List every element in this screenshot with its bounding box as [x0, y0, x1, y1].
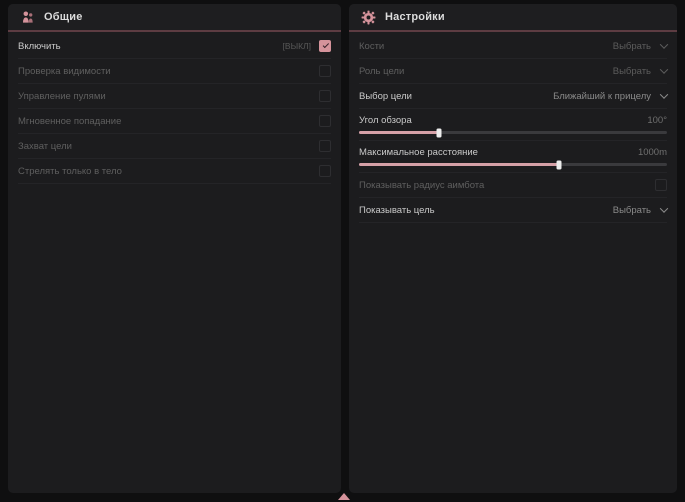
settings-row-3: Угол обзора 100° [359, 111, 667, 141]
general-row-0: Включить [ВЫКЛ] [18, 34, 331, 59]
keybind-label: [ВЫКЛ] [283, 41, 311, 51]
slider-thumb[interactable] [437, 128, 442, 137]
settings-dropdown-2[interactable]: Ближайший к прицелу [553, 91, 667, 102]
dropdown-value: Выбрать [613, 205, 651, 216]
general-row-4-line: Захват цели [18, 134, 331, 158]
checkbox[interactable] [319, 65, 331, 77]
general-panel-title: Общие [44, 11, 83, 23]
settings-panel-header: Настройки [349, 4, 677, 32]
chevron-down-icon [660, 90, 668, 98]
settings-panel-title: Настройки [385, 11, 445, 23]
general-row-label: Управление пулями [18, 91, 106, 102]
slider-fill [359, 163, 559, 166]
general-row-control [319, 140, 331, 152]
dropdown-value: Ближайший к прицелу [553, 91, 651, 102]
settings-row-control: Выбрать [613, 41, 667, 52]
general-panel: Общие Включить [ВЫКЛ] Проверка видимости Уп… [8, 4, 341, 493]
settings-dropdown-6[interactable]: Выбрать [613, 205, 667, 216]
gear-icon [361, 10, 376, 25]
settings-row-control: 1000m [638, 147, 667, 158]
chevron-down-icon [660, 40, 668, 48]
general-row-control [319, 90, 331, 102]
settings-row-4: Максимальное расстояние 1000m [359, 143, 667, 173]
settings-row-6: Показывать цель Выбрать [359, 198, 667, 223]
general-row-control [319, 165, 331, 177]
settings-row-label: Показывать радиус аимбота [359, 180, 484, 191]
checkbox[interactable] [319, 140, 331, 152]
general-row-control: [ВЫКЛ] [283, 40, 331, 52]
slider-thumb[interactable] [557, 160, 562, 169]
general-row-2: Управление пулями [18, 84, 331, 109]
settings-slider-3[interactable] [359, 131, 667, 134]
general-row-label: Включить [18, 41, 61, 52]
settings-row-0: Кости Выбрать [359, 34, 667, 59]
chevron-down-icon [660, 65, 668, 73]
check-icon [322, 42, 328, 48]
settings-row-1: Роль цели Выбрать [359, 59, 667, 84]
dropdown-value: Выбрать [613, 66, 651, 77]
chevron-down-icon [660, 204, 668, 212]
slider-value: 100° [647, 115, 667, 126]
settings-row-control: 100° [647, 115, 667, 126]
general-row-control [319, 115, 331, 127]
general-row-control [319, 65, 331, 77]
dropdown-value: Выбрать [613, 41, 651, 52]
settings-row-label: Показывать цель [359, 205, 435, 216]
settings-dropdown-1[interactable]: Выбрать [613, 66, 667, 77]
settings-row-5: Показывать радиус аимбота [359, 173, 667, 198]
settings-rows: Кости Выбрать Роль цели Выбрать Выбор цели Бл… [349, 32, 677, 223]
general-row-label: Проверка видимости [18, 66, 111, 77]
general-row-0-line: Включить [ВЫКЛ] [18, 34, 331, 58]
settings-row-label: Угол обзора [359, 115, 412, 126]
settings-row-control: Выбрать [613, 66, 667, 77]
settings-row-label: Выбор цели [359, 91, 412, 102]
general-row-4: Захват цели [18, 134, 331, 159]
slider-fill [359, 131, 439, 134]
general-row-label: Мгновенное попадание [18, 116, 121, 127]
settings-row-2-line: Выбор цели Ближайший к прицелу [359, 84, 667, 108]
settings-panel: Настройки Кости Выбрать Роль цели Выбрать Вы… [349, 4, 677, 493]
general-row-1: Проверка видимости [18, 59, 331, 84]
checkbox[interactable] [655, 179, 667, 191]
settings-row-0-line: Кости Выбрать [359, 34, 667, 58]
general-row-3: Мгновенное попадание [18, 109, 331, 134]
settings-row-control [655, 179, 667, 191]
general-row-3-line: Мгновенное попадание [18, 109, 331, 133]
checkbox[interactable] [319, 115, 331, 127]
general-rows: Включить [ВЫКЛ] Проверка видимости Управлен… [8, 32, 341, 184]
settings-row-label: Роль цели [359, 66, 404, 77]
settings-row-control: Выбрать [613, 205, 667, 216]
settings-row-6-line: Показывать цель Выбрать [359, 198, 667, 222]
checkbox[interactable] [319, 40, 331, 52]
general-row-label: Стрелять только в тело [18, 166, 122, 177]
settings-slider-4[interactable] [359, 163, 667, 166]
settings-row-label: Кости [359, 41, 384, 52]
settings-row-4-line: Максимальное расстояние 1000m [359, 143, 667, 161]
scroll-up-indicator[interactable] [338, 493, 350, 500]
settings-row-2: Выбор цели Ближайший к прицелу [359, 84, 667, 109]
settings-row-1-line: Роль цели Выбрать [359, 59, 667, 83]
general-row-1-line: Проверка видимости [18, 59, 331, 83]
slider-value: 1000m [638, 147, 667, 158]
settings-dropdown-0[interactable]: Выбрать [613, 41, 667, 52]
checkbox[interactable] [319, 165, 331, 177]
general-row-5: Стрелять только в тело [18, 159, 331, 184]
general-row-label: Захват цели [18, 141, 72, 152]
settings-row-control: Ближайший к прицелу [553, 91, 667, 102]
settings-row-label: Максимальное расстояние [359, 147, 478, 158]
settings-row-5-line: Показывать радиус аимбота [359, 173, 667, 197]
checkbox[interactable] [319, 90, 331, 102]
general-row-2-line: Управление пулями [18, 84, 331, 108]
general-panel-header: Общие [8, 4, 341, 32]
general-row-5-line: Стрелять только в тело [18, 159, 331, 183]
aim-person-icon [20, 10, 35, 25]
settings-row-3-line: Угол обзора 100° [359, 111, 667, 129]
